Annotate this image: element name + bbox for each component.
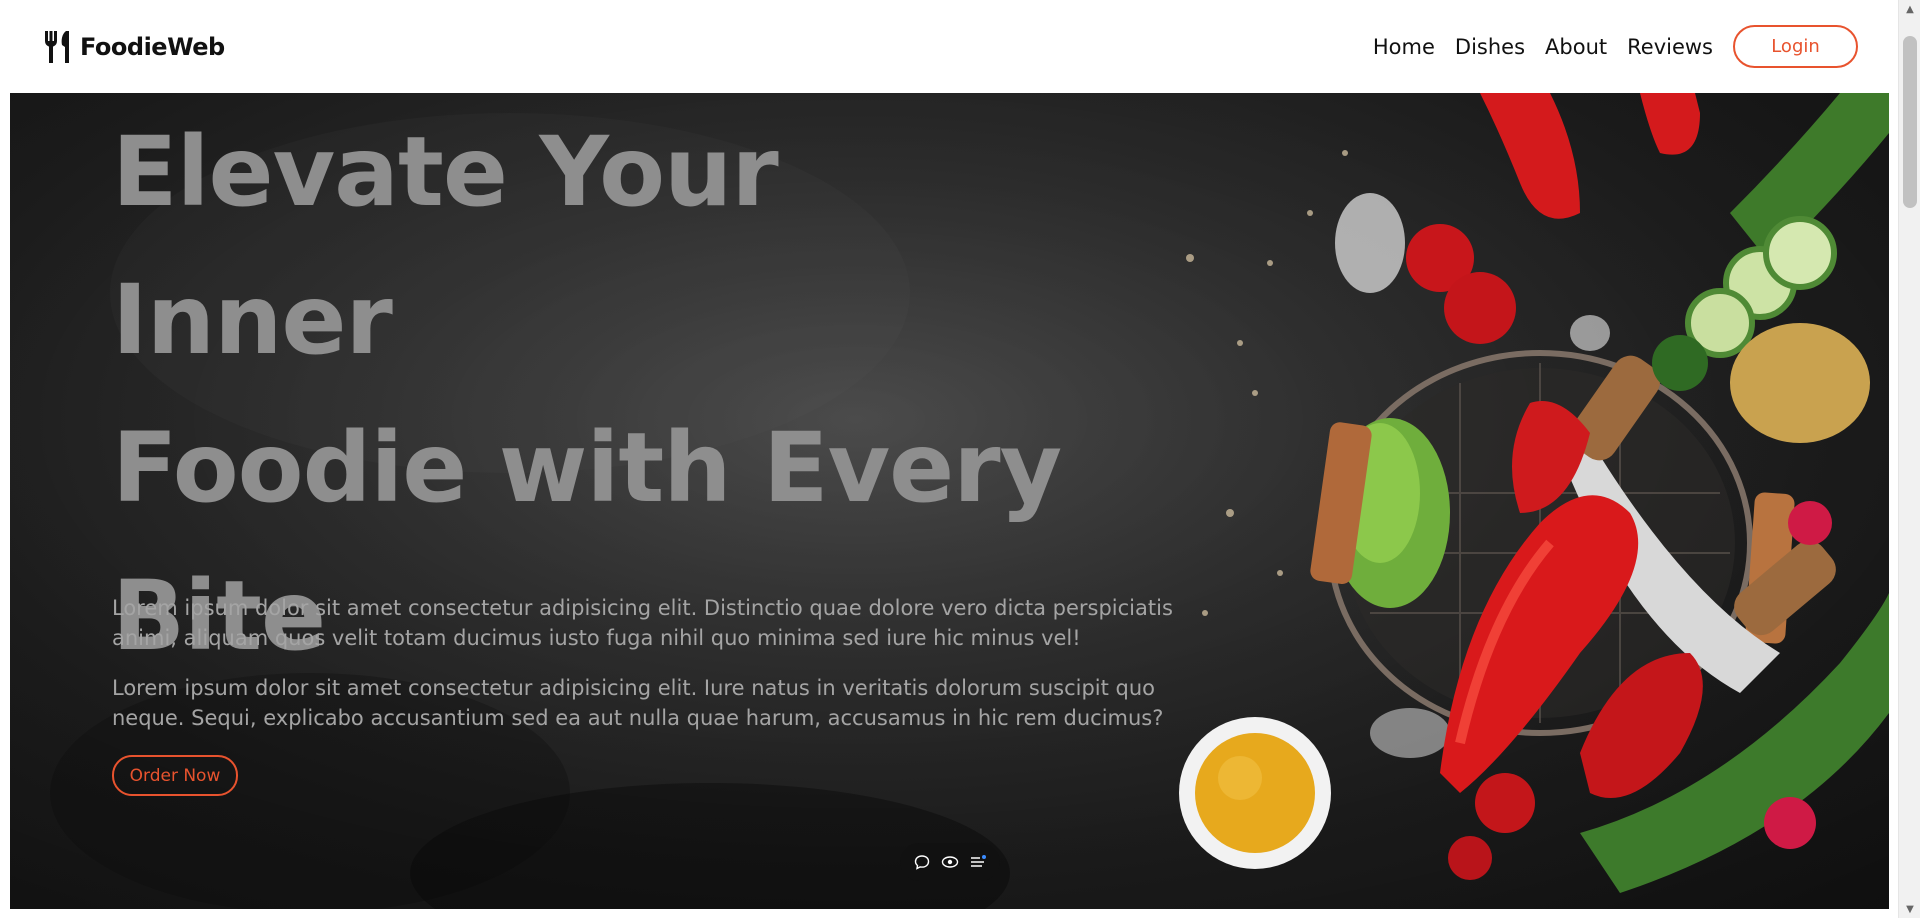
scroll-up-icon[interactable]: ▲ <box>1899 0 1920 18</box>
hero-title-line2: Foodie with Every <box>112 412 1062 524</box>
site-header: FoodieWeb Home Dishes About Reviews Logi… <box>0 0 1898 93</box>
nav-about[interactable]: About <box>1545 35 1607 59</box>
nav-reviews[interactable]: Reviews <box>1627 35 1713 59</box>
vegetables-image <box>1179 93 1889 893</box>
scroll-down-icon[interactable]: ▼ <box>1899 900 1920 918</box>
chat-icon[interactable] <box>911 851 933 873</box>
hero-section: Elevate Your Inner Foodie with Every Bit… <box>10 93 1889 909</box>
main-nav: Home Dishes About Reviews Login <box>1353 25 1858 68</box>
nav-dishes[interactable]: Dishes <box>1455 35 1525 59</box>
order-now-button[interactable]: Order Now <box>112 755 238 796</box>
brand[interactable]: FoodieWeb <box>42 29 225 65</box>
eye-icon[interactable] <box>939 851 961 873</box>
hero-paragraph-1: Lorem ipsum dolor sit amet consectetur a… <box>112 596 1173 650</box>
hero-title-line1: Elevate Your Inner <box>112 116 779 376</box>
login-button[interactable]: Login <box>1733 25 1858 68</box>
nav-home[interactable]: Home <box>1373 35 1435 59</box>
floating-toolbar <box>900 843 1000 881</box>
scroll-thumb[interactable] <box>1903 36 1917 208</box>
fork-knife-icon <box>45 30 69 63</box>
hero-paragraph-2: Lorem ipsum dolor sit amet consectetur a… <box>112 676 1164 730</box>
page-scrollbar[interactable]: ▲ ▼ <box>1898 0 1920 918</box>
brand-name: FoodieWeb <box>80 32 225 61</box>
list-icon[interactable] <box>967 851 989 873</box>
